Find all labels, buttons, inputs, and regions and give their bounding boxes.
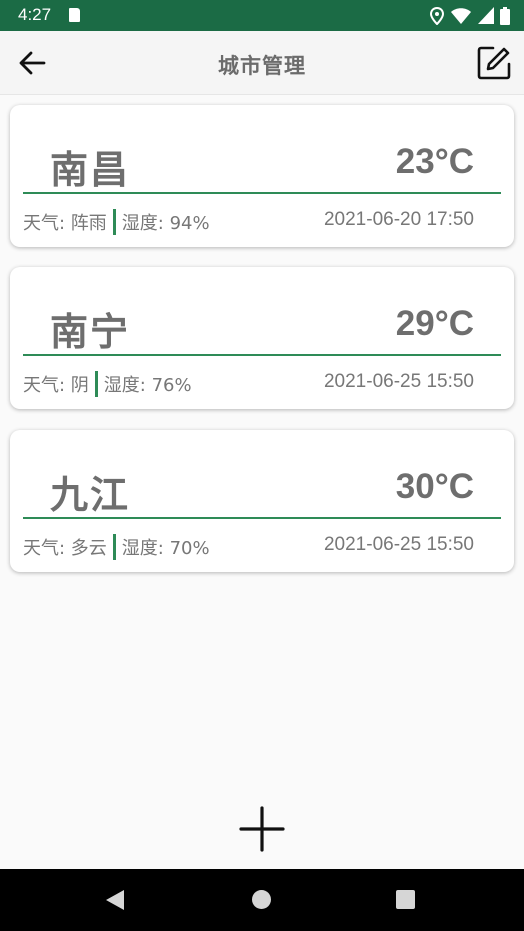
wifi-icon bbox=[451, 8, 471, 24]
weather-text: 天气: 阴 bbox=[23, 375, 89, 396]
card-divider bbox=[23, 517, 501, 519]
city-temperature: 29°C bbox=[395, 304, 474, 343]
sd-card-icon bbox=[69, 8, 80, 22]
system-nav-bar bbox=[0, 869, 524, 931]
status-time: 4:27 bbox=[18, 5, 52, 24]
weather-info: 天气: 多云 湿度: 70% bbox=[23, 534, 210, 560]
city-name: 南宁 bbox=[50, 310, 131, 354]
card-divider bbox=[23, 192, 501, 194]
plus-icon bbox=[239, 806, 285, 852]
add-city-button[interactable] bbox=[237, 804, 287, 854]
page-title: 城市管理 bbox=[218, 54, 306, 78]
humidity-text: 湿度: 70% bbox=[121, 538, 210, 559]
location-icon bbox=[430, 6, 444, 25]
humidity-text: 湿度: 76% bbox=[103, 375, 192, 396]
info-separator bbox=[112, 209, 116, 235]
city-card[interactable]: 九江 30°C 天气: 多云 湿度: 70% 2021-06-25 15:50 bbox=[10, 430, 514, 572]
nav-recent-icon[interactable] bbox=[396, 890, 415, 909]
weather-text: 天气: 阵雨 bbox=[23, 213, 107, 234]
edit-button[interactable] bbox=[474, 43, 514, 83]
city-name: 九江 bbox=[50, 473, 131, 517]
app-bar: 城市管理 bbox=[0, 31, 524, 95]
city-temperature: 23°C bbox=[395, 142, 474, 181]
humidity-text: 湿度: 94% bbox=[121, 213, 210, 234]
update-time: 2021-06-20 17:50 bbox=[323, 209, 474, 230]
info-separator bbox=[94, 371, 98, 397]
city-card[interactable]: 南昌 23°C 天气: 阵雨 湿度: 94% 2021-06-20 17:50 bbox=[10, 105, 514, 247]
edit-icon bbox=[477, 46, 511, 80]
update-time: 2021-06-25 15:50 bbox=[323, 371, 474, 392]
battery-icon bbox=[500, 6, 510, 25]
update-time: 2021-06-25 15:50 bbox=[323, 534, 474, 555]
nav-back-icon[interactable] bbox=[106, 890, 124, 910]
status-bar: 4:27 bbox=[0, 0, 524, 31]
weather-text: 天气: 多云 bbox=[23, 538, 107, 559]
signal-icon bbox=[478, 7, 494, 24]
city-temperature: 30°C bbox=[395, 467, 474, 506]
status-icons bbox=[430, 6, 510, 25]
nav-home-icon[interactable] bbox=[252, 890, 271, 909]
card-divider bbox=[23, 354, 501, 356]
city-name: 南昌 bbox=[50, 148, 131, 192]
city-card[interactable]: 南宁 29°C 天气: 阴 湿度: 76% 2021-06-25 15:50 bbox=[10, 267, 514, 409]
weather-info: 天气: 阴 湿度: 76% bbox=[23, 371, 192, 397]
info-separator bbox=[112, 534, 116, 560]
weather-info: 天气: 阵雨 湿度: 94% bbox=[23, 209, 210, 235]
